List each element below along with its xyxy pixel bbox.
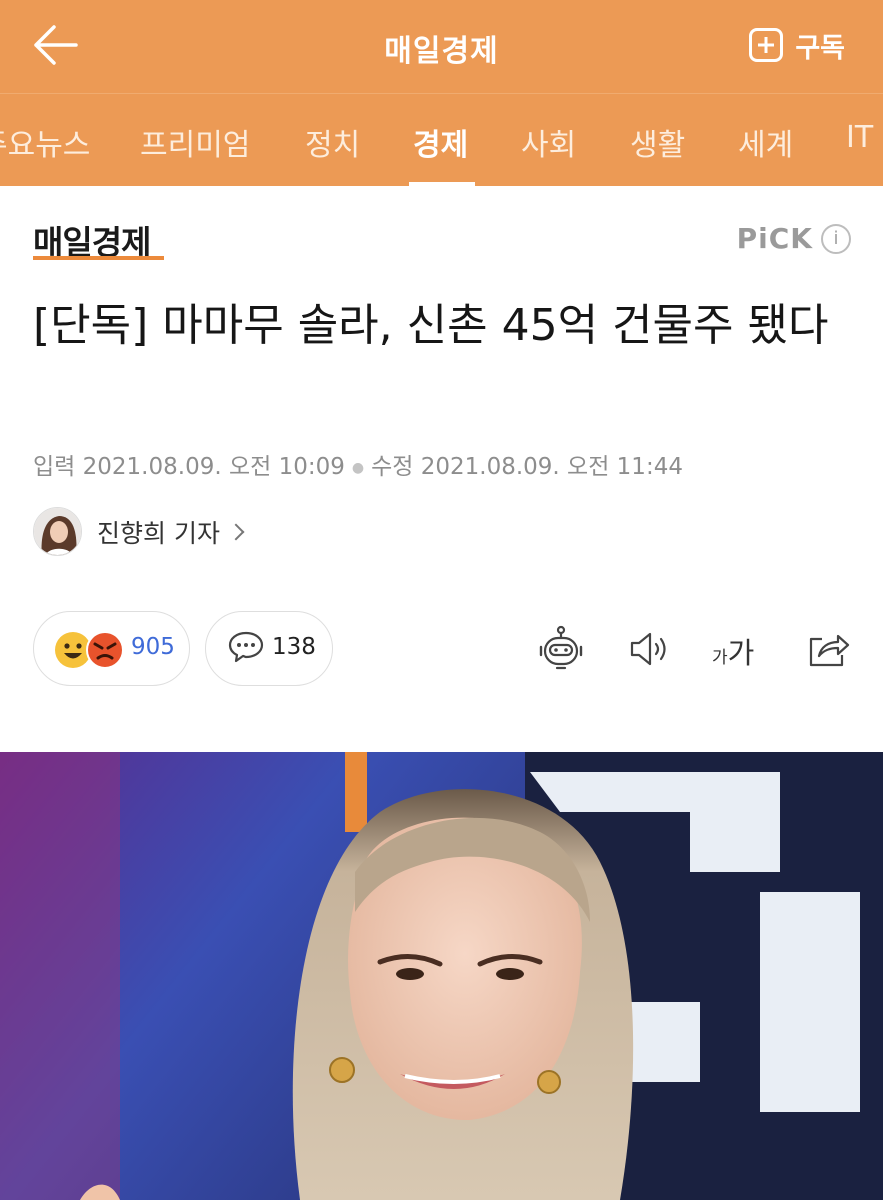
speaker-icon[interactable]: [626, 625, 674, 673]
author-avatar: [33, 507, 82, 556]
tab-economy[interactable]: 경제: [413, 120, 468, 164]
plus-icon: [749, 28, 784, 62]
tab-it[interactable]: IT: [846, 120, 873, 155]
share-icon[interactable]: [804, 625, 852, 673]
font-size-button[interactable]: 가가: [712, 630, 754, 672]
article-headline: [단독] 마마무 솔라, 신촌 45억 건물주 됐다: [33, 300, 829, 351]
chevron-right-icon: [227, 523, 245, 540]
input-label: 입력: [33, 454, 76, 480]
subscribe-label: 구독: [795, 32, 845, 64]
pick-badge[interactable]: PiCK i: [737, 222, 851, 255]
tab-society[interactable]: 사회: [521, 120, 576, 164]
press-logo-underline: [33, 256, 164, 260]
tab-main-news[interactable]: 주요뉴스: [0, 120, 90, 164]
edit-time: 2021.08.09. 오전 11:44: [420, 454, 683, 480]
edit-label: 수정: [371, 454, 414, 480]
comment-count: 138: [272, 634, 316, 660]
author-name: 진향희 기자: [97, 518, 220, 548]
reaction-count: 905: [131, 634, 175, 660]
category-tabs: 주요뉴스 프리미엄 정치 경제 사회 생활 세계 IT: [0, 93, 883, 186]
tab-premium[interactable]: 프리미엄: [140, 120, 250, 164]
author-link[interactable]: 진향희 기자: [33, 507, 245, 556]
reaction-button[interactable]: 905: [33, 611, 190, 686]
comment-button[interactable]: 138: [205, 611, 333, 686]
info-icon[interactable]: i: [821, 223, 851, 254]
angry-emoji-icon: [86, 631, 124, 669]
input-time: 2021.08.09. 오전 10:09: [82, 454, 345, 480]
pick-label: PiCK: [736, 222, 813, 255]
robot-icon[interactable]: [537, 625, 585, 673]
font-big-label: 가: [727, 636, 755, 670]
comment-icon: [228, 631, 264, 663]
separator-dot: ●: [351, 459, 365, 476]
top-bar: 매일경제 구독: [0, 0, 883, 93]
tab-life[interactable]: 생활: [630, 120, 685, 164]
article-timestamps: 입력 2021.08.09. 오전 10:09 ● 수정 2021.08.09. 오…: [33, 447, 683, 481]
article-photo: [0, 752, 883, 1200]
font-small-label: 가: [712, 648, 728, 668]
subscribe-button[interactable]: 구독: [749, 24, 845, 66]
tab-politics[interactable]: 정치: [305, 120, 360, 164]
active-tab-indicator: [409, 182, 475, 186]
tab-world[interactable]: 세계: [738, 120, 793, 164]
